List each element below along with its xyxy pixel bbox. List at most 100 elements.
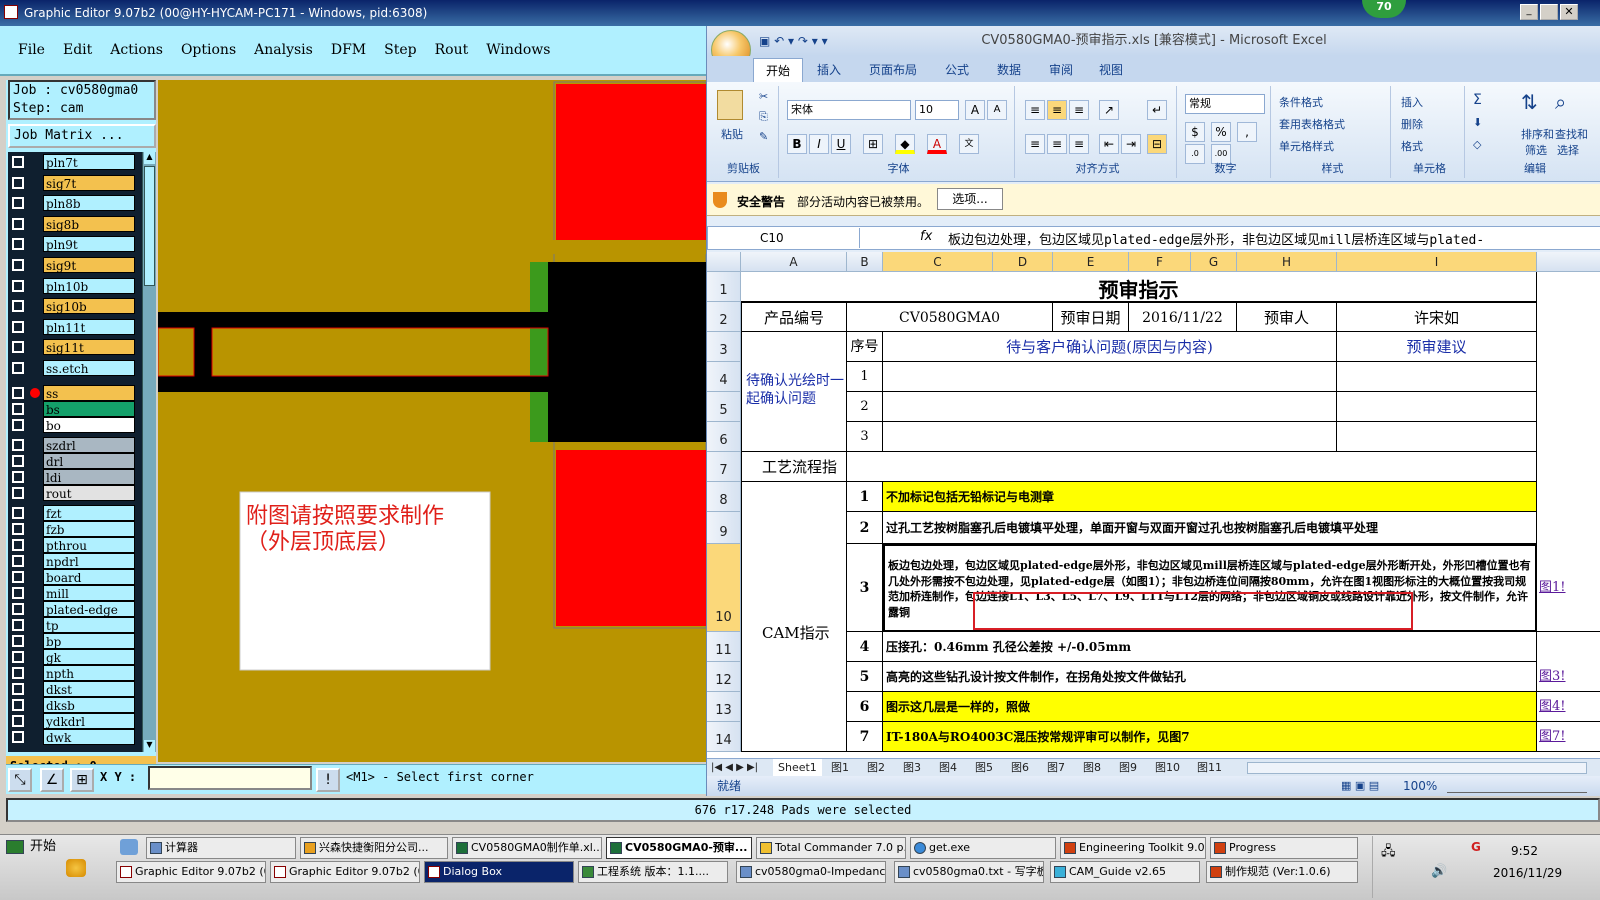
bold-icon[interactable]: B bbox=[787, 134, 807, 154]
sheet-title[interactable]: 预审指示 bbox=[741, 272, 1537, 302]
layer-name[interactable]: ss.etch bbox=[43, 360, 135, 376]
autosum-icon[interactable]: Σ bbox=[1473, 92, 1482, 108]
layer-checkbox[interactable] bbox=[12, 522, 24, 535]
layer-checkbox[interactable] bbox=[12, 618, 24, 631]
layer-name[interactable]: dksb bbox=[43, 696, 135, 713]
row-header-1[interactable]: 1 bbox=[707, 272, 741, 302]
layer-checkbox[interactable] bbox=[12, 602, 24, 615]
layer-name[interactable]: sig8b bbox=[43, 215, 135, 232]
layer-row[interactable]: npth bbox=[8, 664, 142, 681]
cut-icon[interactable]: ✂ bbox=[759, 90, 768, 103]
row9-seq[interactable]: 2 bbox=[847, 512, 883, 544]
layer-checkbox[interactable] bbox=[12, 402, 24, 415]
layer-name[interactable]: ss bbox=[43, 384, 135, 401]
menu-options[interactable]: Options bbox=[181, 42, 236, 58]
quick-launch-icon[interactable] bbox=[66, 859, 86, 877]
alert-icon[interactable]: ! bbox=[316, 768, 340, 792]
name-box[interactable]: C10 bbox=[710, 228, 860, 248]
layer-name[interactable]: pln7t bbox=[43, 154, 135, 170]
tab-home[interactable]: 开始 bbox=[753, 58, 804, 82]
font-size-select[interactable]: 10 bbox=[915, 100, 959, 120]
align-left-icon[interactable]: ≡ bbox=[1025, 134, 1045, 154]
seq-header[interactable]: 序号 bbox=[847, 332, 883, 362]
confirm-header[interactable]: 待与客户确认问题(原因与内容) bbox=[883, 332, 1337, 362]
menu-dfm[interactable]: DFM bbox=[331, 42, 366, 58]
layer-row[interactable]: pln9t bbox=[8, 236, 142, 253]
layer-name[interactable]: dkst bbox=[43, 680, 135, 697]
layer-name[interactable]: rout bbox=[43, 484, 135, 501]
layer-row[interactable]: fzb bbox=[8, 520, 142, 537]
col-header-i[interactable]: I bbox=[1337, 252, 1537, 272]
layer-name[interactable]: ydkdrl bbox=[43, 712, 135, 729]
graphics-canvas[interactable]: 附图请按照要求制作 （外层顶底层） bbox=[158, 80, 706, 762]
layer-checkbox[interactable] bbox=[12, 698, 24, 711]
row-header-7[interactable]: 7 bbox=[707, 452, 741, 482]
layer-row[interactable]: sig7t bbox=[8, 174, 142, 191]
align-right-icon[interactable]: ≡ bbox=[1069, 134, 1089, 154]
link-fig7[interactable]: 图7! bbox=[1537, 722, 1600, 752]
fill-icon[interactable]: ⬇ bbox=[1473, 116, 1482, 129]
sheet-tab-fig1[interactable]: 图1 bbox=[831, 759, 849, 777]
grow-font-icon[interactable]: A bbox=[965, 100, 985, 120]
task-browser[interactable]: 兴森快捷衡阳分公司... bbox=[300, 837, 448, 859]
sheet-tab-fig7[interactable]: 图7 bbox=[1047, 759, 1065, 777]
xy-input[interactable] bbox=[148, 766, 312, 790]
row11-seq[interactable]: 4 bbox=[847, 632, 883, 662]
layer-row[interactable]: board bbox=[8, 568, 142, 585]
task-graphic-editor-2[interactable]: Graphic Editor 9.07b2 (0... bbox=[270, 861, 420, 883]
layer-row[interactable]: sig9t bbox=[8, 257, 142, 273]
layer-checkbox[interactable] bbox=[12, 156, 24, 168]
row14-seq[interactable]: 7 bbox=[847, 722, 883, 752]
layer-checkbox[interactable] bbox=[12, 438, 24, 451]
review-date-label[interactable]: 预审日期 bbox=[1053, 302, 1129, 332]
row13-seq[interactable]: 6 bbox=[847, 692, 883, 722]
layer-row[interactable]: gk bbox=[8, 648, 142, 665]
currency-icon[interactable]: $ bbox=[1185, 122, 1205, 142]
layer-row[interactable]: dwk bbox=[8, 728, 142, 745]
layer-row[interactable]: pln10b bbox=[8, 277, 142, 294]
task-engineering-toolkit[interactable]: Engineering Toolkit 9.0... bbox=[1060, 837, 1206, 859]
layer-row[interactable]: mill bbox=[8, 584, 142, 601]
layer-checkbox[interactable] bbox=[12, 238, 24, 251]
sheet-tab-fig2[interactable]: 图2 bbox=[867, 759, 885, 777]
layer-row[interactable]: ss.etch bbox=[8, 360, 142, 376]
layer-checkbox[interactable] bbox=[12, 634, 24, 647]
clear-icon[interactable]: ◇ bbox=[1473, 138, 1481, 151]
task-spec[interactable]: 制作规范 (Ver:1.0.6) bbox=[1206, 861, 1358, 883]
select-all-corner[interactable] bbox=[707, 252, 741, 272]
underline-icon[interactable]: U bbox=[831, 134, 851, 154]
col-header-g[interactable]: G bbox=[1191, 252, 1237, 272]
wrap-text-icon[interactable]: ↵ bbox=[1147, 100, 1167, 120]
layer-checkbox[interactable] bbox=[12, 341, 24, 354]
row-header-2[interactable]: 2 bbox=[707, 302, 741, 332]
layer-name[interactable]: tp bbox=[43, 616, 135, 633]
col-header-b[interactable]: B bbox=[847, 252, 883, 272]
sheet-tab-fig11[interactable]: 图11 bbox=[1197, 759, 1222, 777]
col-header-a[interactable]: A bbox=[741, 252, 847, 272]
layer-name[interactable]: pln11t bbox=[43, 318, 135, 335]
layer-row[interactable]: bs bbox=[8, 400, 142, 417]
layer-checkbox[interactable] bbox=[12, 682, 24, 695]
link-fig4[interactable]: 图4! bbox=[1537, 692, 1600, 722]
job-matrix-button[interactable]: Job Matrix ... bbox=[8, 124, 156, 148]
sheet-nav-icon[interactable]: |◀ ◀ ▶ ▶| bbox=[711, 759, 758, 777]
process-label[interactable]: 工艺流程指示 bbox=[741, 452, 847, 482]
row-header-3[interactable]: 3 bbox=[707, 332, 741, 362]
task-engineering-system[interactable]: 工程系统 版本：1.1.... bbox=[578, 861, 728, 883]
paste-icon[interactable] bbox=[717, 90, 743, 120]
layer-name[interactable]: sig9t bbox=[43, 257, 135, 273]
fill-color-icon[interactable]: ◆ bbox=[895, 134, 915, 154]
task-wordpad[interactable]: cv0580gma0.txt - 写字板 bbox=[894, 861, 1044, 883]
reviewer-label[interactable]: 预审人 bbox=[1237, 302, 1337, 332]
start-button[interactable]: 开始 bbox=[2, 837, 102, 859]
sheet-tab-fig9[interactable]: 图9 bbox=[1119, 759, 1137, 777]
minimize-button[interactable]: _ bbox=[1520, 4, 1538, 20]
layer-name[interactable]: npth bbox=[43, 664, 135, 681]
layer-name[interactable]: sig10b bbox=[43, 298, 135, 315]
volume-icon[interactable]: 🔊 bbox=[1431, 864, 1447, 879]
layer-name[interactable]: pln9t bbox=[43, 236, 135, 253]
percent-icon[interactable]: % bbox=[1211, 122, 1231, 142]
row-header-13[interactable]: 13 bbox=[707, 692, 741, 722]
security-options-button[interactable]: 选项... bbox=[937, 188, 1003, 210]
cam-label[interactable]: CAM指示 bbox=[741, 482, 847, 752]
